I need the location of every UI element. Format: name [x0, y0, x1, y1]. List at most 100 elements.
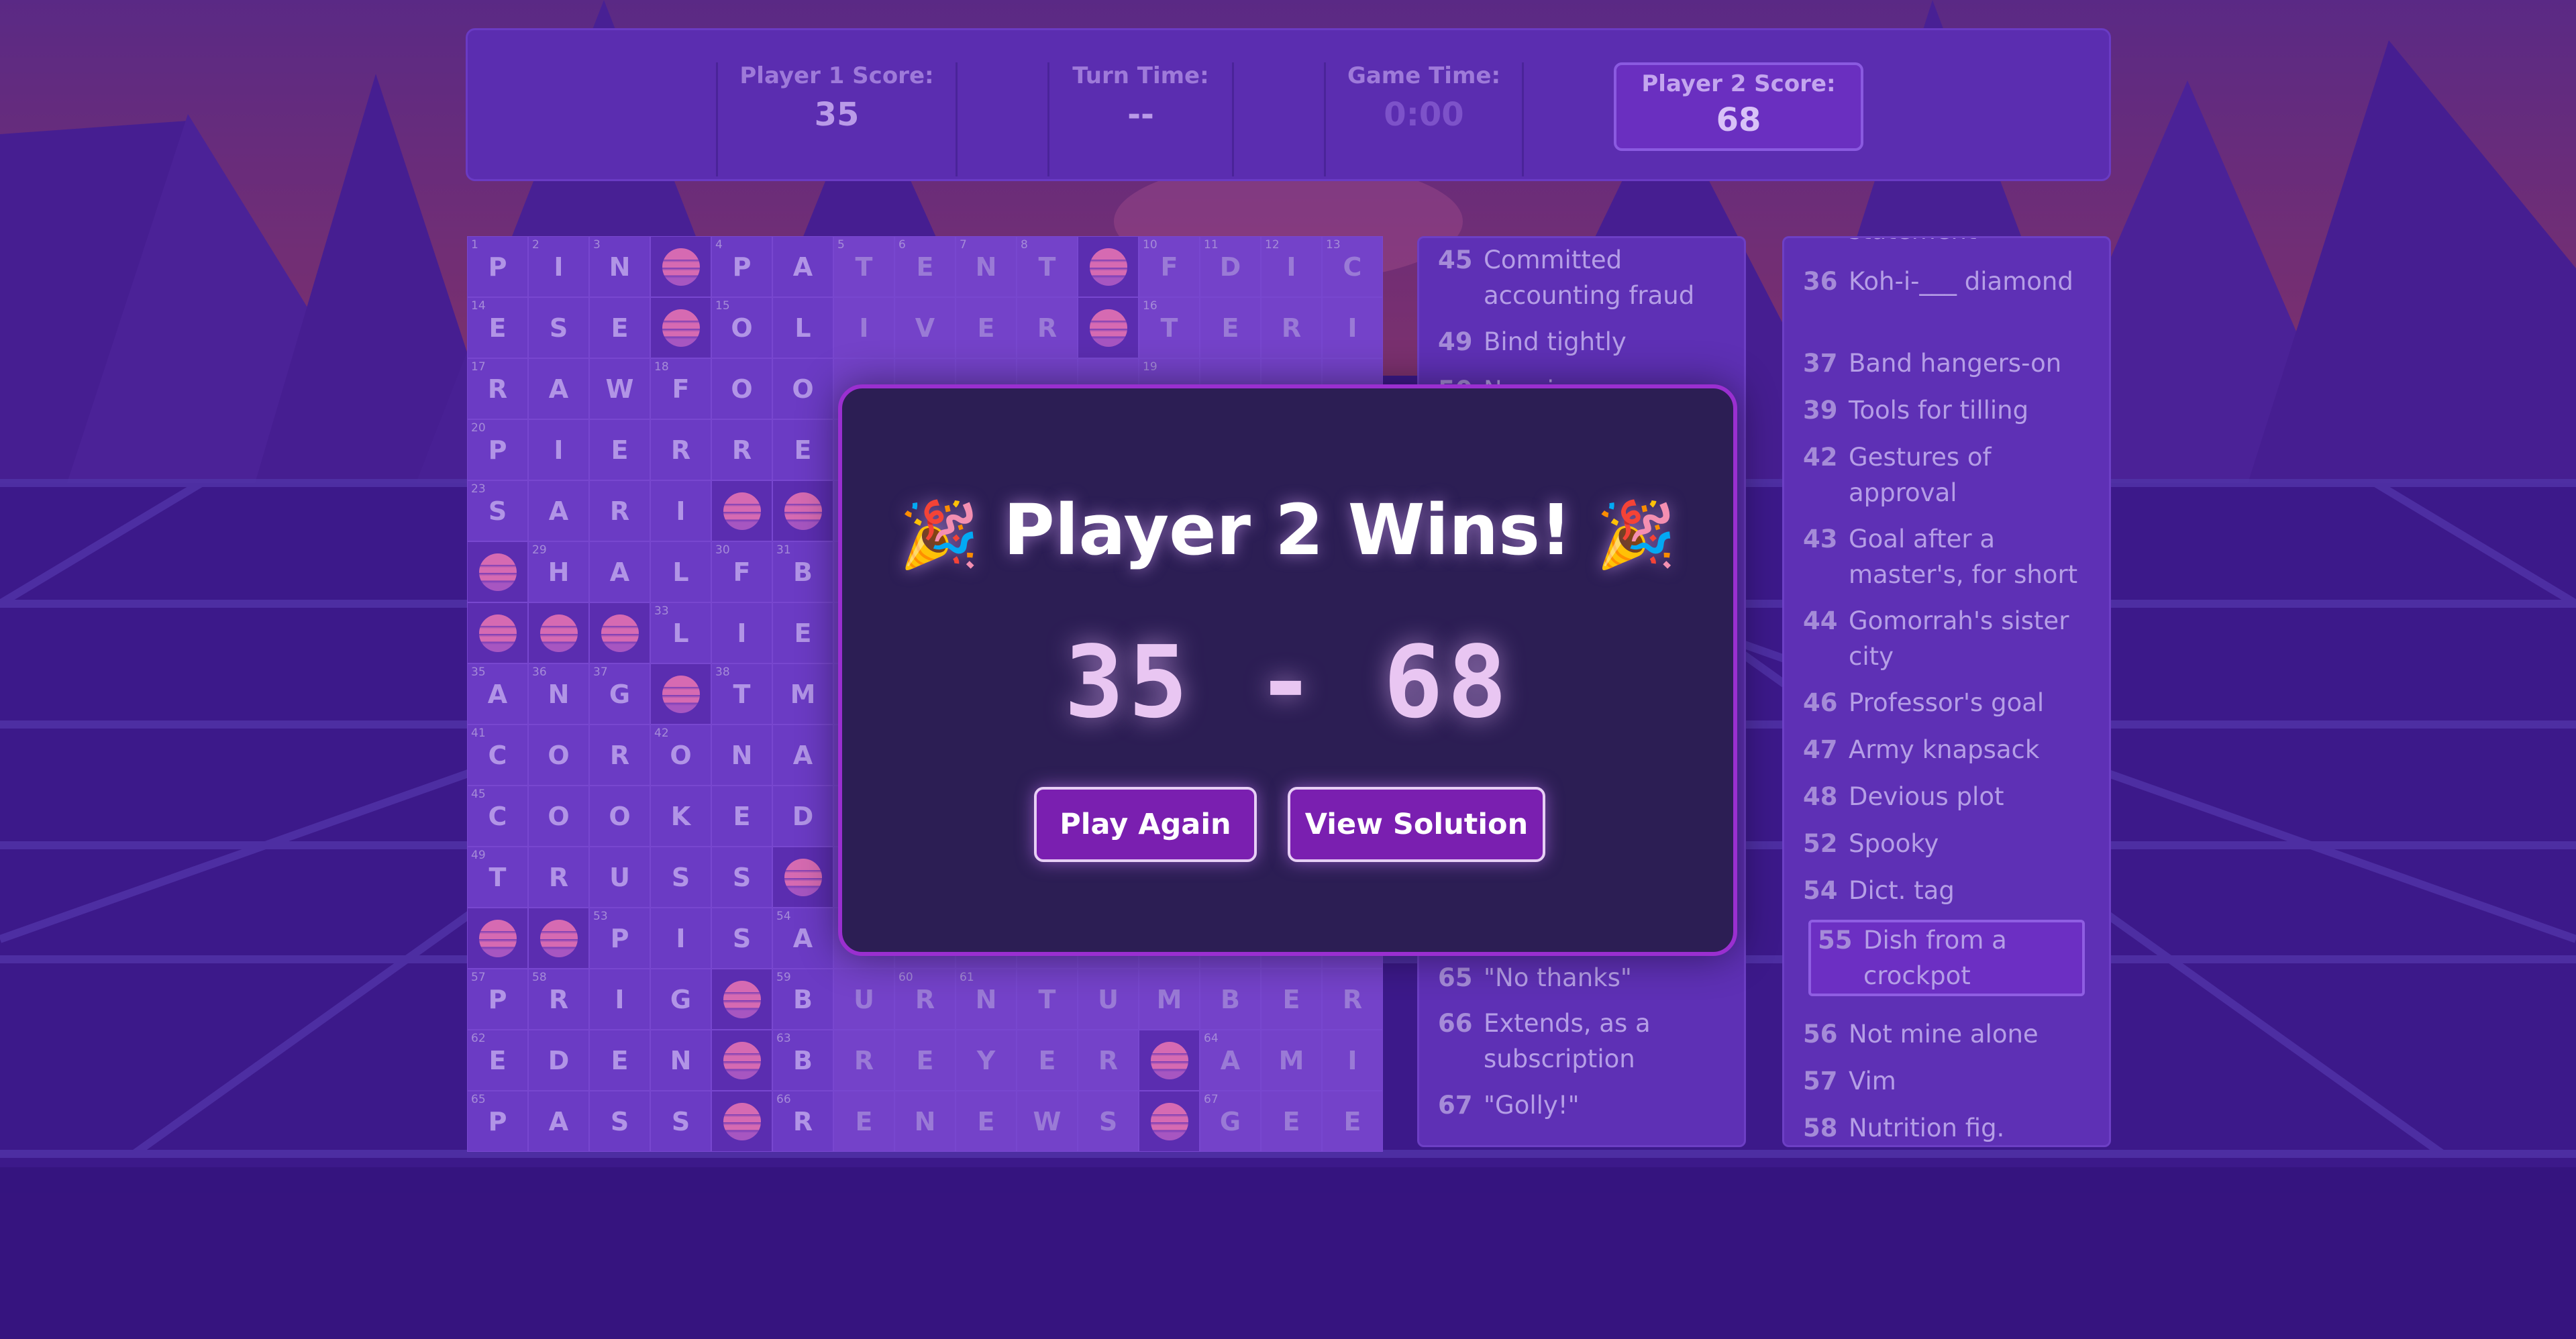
- grid-cell[interactable]: 1P: [467, 236, 528, 297]
- grid-cell[interactable]: E: [894, 1030, 956, 1091]
- grid-cell[interactable]: I: [711, 602, 772, 663]
- grid-cell[interactable]: E: [1261, 969, 1322, 1030]
- grid-cell[interactable]: 33 L: [650, 602, 711, 663]
- grid-cell[interactable]: 42 O: [650, 725, 711, 786]
- grid-cell[interactable]: S: [711, 908, 772, 969]
- grid-cell[interactable]: D: [772, 786, 833, 847]
- grid-cell[interactable]: A: [772, 236, 833, 297]
- grid-cell[interactable]: 54 A: [772, 908, 833, 969]
- grid-cell[interactable]: T: [1017, 969, 1078, 1030]
- grid-cell[interactable]: E: [1322, 1091, 1383, 1152]
- grid-cell[interactable]: K: [650, 786, 711, 847]
- grid-cell[interactable]: R: [650, 419, 711, 480]
- clue-item[interactable]: 67 "Golly!": [1438, 1087, 1731, 1123]
- grid-cell[interactable]: U: [1078, 969, 1139, 1030]
- grid-cell[interactable]: O: [772, 358, 833, 419]
- grid-cell[interactable]: B: [1200, 969, 1261, 1030]
- grid-cell[interactable]: 57 P: [467, 969, 528, 1030]
- grid-cell[interactable]: A: [772, 725, 833, 786]
- grid-cell[interactable]: 17 R: [467, 358, 528, 419]
- grid-cell[interactable]: I: [650, 480, 711, 541]
- grid-cell[interactable]: E: [956, 297, 1017, 358]
- grid-cell[interactable]: A: [589, 541, 650, 602]
- clue-item[interactable]: 45 Committed accounting fraud: [1438, 242, 1731, 313]
- grid-cell[interactable]: E: [589, 419, 650, 480]
- clue-item[interactable]: 42 Gestures of approval: [1803, 439, 2096, 511]
- grid-cell[interactable]: R: [589, 480, 650, 541]
- grid-cell[interactable]: 58 R: [528, 969, 589, 1030]
- grid-cell[interactable]: 30 F: [711, 541, 772, 602]
- grid-cell[interactable]: R: [833, 1030, 894, 1091]
- grid-cell[interactable]: 67 G: [1200, 1091, 1261, 1152]
- clue-item[interactable]: 43 Goal after a master's, for short: [1803, 521, 2096, 592]
- grid-cell[interactable]: E: [1200, 297, 1261, 358]
- clue-item[interactable]: 44 Gomorrah's sister city: [1803, 603, 2096, 674]
- grid-cell[interactable]: 62 E: [467, 1030, 528, 1091]
- grid-cell[interactable]: S: [711, 847, 772, 908]
- grid-cell[interactable]: 61 N: [956, 969, 1017, 1030]
- grid-cell[interactable]: 5T: [833, 236, 894, 297]
- grid-cell[interactable]: 59 B: [772, 969, 833, 1030]
- grid-cell[interactable]: S: [589, 1091, 650, 1152]
- grid-cell[interactable]: U: [833, 969, 894, 1030]
- grid-cell[interactable]: 8T: [1017, 236, 1078, 297]
- clue-item[interactable]: 56 Not mine alone: [1803, 1016, 2096, 1052]
- grid-cell[interactable]: 38 T: [711, 663, 772, 725]
- grid-cell[interactable]: R: [1017, 297, 1078, 358]
- clue-item[interactable]: 36 Koh-i-___ diamond: [1803, 264, 2096, 299]
- grid-cell[interactable]: 65 P: [467, 1091, 528, 1152]
- grid-cell[interactable]: U: [589, 847, 650, 908]
- grid-cell[interactable]: 53 P: [589, 908, 650, 969]
- play-again-button[interactable]: Play Again: [1034, 787, 1257, 862]
- grid-cell[interactable]: 23 S: [467, 480, 528, 541]
- grid-cell[interactable]: S: [650, 847, 711, 908]
- grid-cell[interactable]: N: [650, 1030, 711, 1091]
- grid-cell[interactable]: R: [528, 847, 589, 908]
- grid-cell[interactable]: 20 P: [467, 419, 528, 480]
- grid-cell[interactable]: 7N: [956, 236, 1017, 297]
- clue-item[interactable]: 37 Band hangers-on: [1803, 345, 2096, 381]
- grid-cell[interactable]: R: [1261, 297, 1322, 358]
- grid-cell[interactable]: 13 C: [1322, 236, 1383, 297]
- grid-cell[interactable]: E: [1261, 1091, 1322, 1152]
- view-solution-button[interactable]: View Solution: [1288, 787, 1545, 862]
- grid-cell[interactable]: 45 C: [467, 786, 528, 847]
- grid-cell[interactable]: L: [650, 541, 711, 602]
- grid-cell[interactable]: I: [1322, 1030, 1383, 1091]
- grid-cell[interactable]: N: [711, 725, 772, 786]
- grid-cell[interactable]: V: [894, 297, 956, 358]
- grid-cell[interactable]: 63 B: [772, 1030, 833, 1091]
- grid-cell[interactable]: I: [528, 419, 589, 480]
- grid-cell[interactable]: 6E: [894, 236, 956, 297]
- clue-item[interactable]: 66 Extends, as a subscription: [1438, 1006, 1731, 1077]
- clue-item[interactable]: 49 Bind tightly: [1438, 324, 1731, 360]
- grid-cell[interactable]: 35 A: [467, 663, 528, 725]
- grid-cell[interactable]: 16 T: [1139, 297, 1200, 358]
- clue-item[interactable]: 55 Dish from a crockpot: [1808, 920, 2085, 996]
- grid-cell[interactable]: A: [528, 358, 589, 419]
- grid-cell[interactable]: E: [956, 1091, 1017, 1152]
- grid-cell[interactable]: O: [711, 358, 772, 419]
- grid-cell[interactable]: A: [528, 480, 589, 541]
- grid-cell[interactable]: E: [772, 419, 833, 480]
- grid-cell[interactable]: I: [833, 297, 894, 358]
- grid-cell[interactable]: I: [589, 969, 650, 1030]
- clue-item[interactable]: 46 Professor's goal: [1803, 685, 2096, 720]
- grid-cell[interactable]: 37 G: [589, 663, 650, 725]
- grid-cell[interactable]: O: [589, 786, 650, 847]
- clue-item[interactable]: 39 Tools for tilling: [1803, 392, 2096, 428]
- clue-item[interactable]: 48 Devious plot: [1803, 779, 2096, 814]
- grid-cell[interactable]: 3N: [589, 236, 650, 297]
- clue-item[interactable]: 65 "No thanks": [1438, 960, 1731, 996]
- grid-cell[interactable]: 60 R: [894, 969, 956, 1030]
- grid-cell[interactable]: 15 O: [711, 297, 772, 358]
- grid-cell[interactable]: S: [650, 1091, 711, 1152]
- grid-cell[interactable]: 41 C: [467, 725, 528, 786]
- clue-item[interactable]: statement: [1803, 238, 2096, 248]
- grid-cell[interactable]: 64 A: [1200, 1030, 1261, 1091]
- grid-cell[interactable]: S: [528, 297, 589, 358]
- grid-cell[interactable]: W: [1017, 1091, 1078, 1152]
- grid-cell[interactable]: E: [711, 786, 772, 847]
- grid-cell[interactable]: 29 H: [528, 541, 589, 602]
- grid-cell[interactable]: M: [1139, 969, 1200, 1030]
